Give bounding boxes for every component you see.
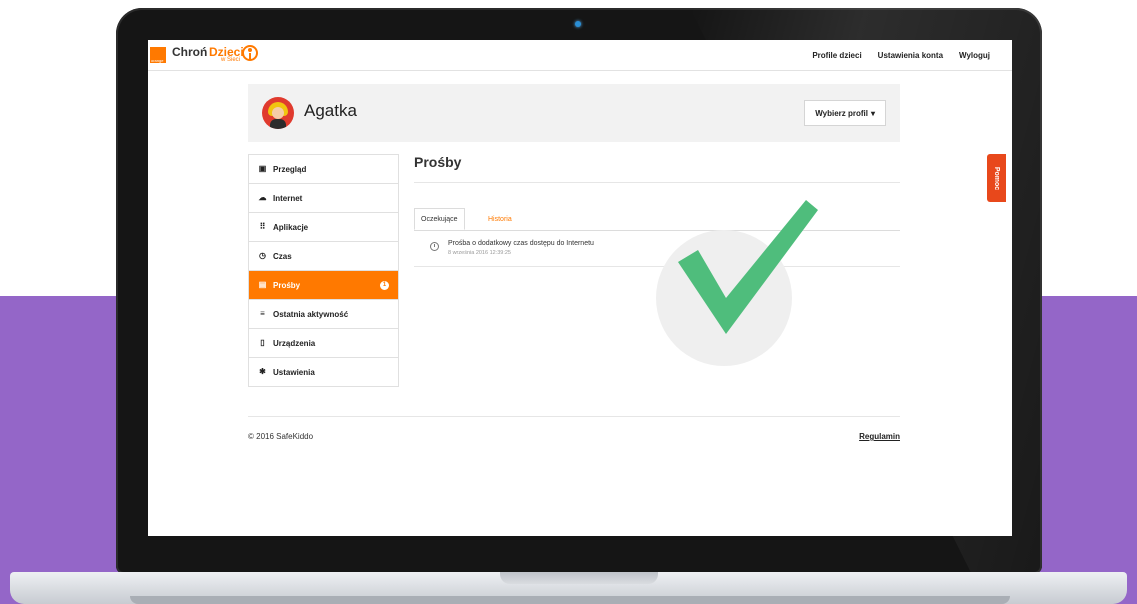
camera-icon	[575, 21, 581, 27]
sidebar-item-label: Prośby	[273, 280, 301, 290]
tab-oczekujace[interactable]: Oczekujące	[414, 208, 465, 230]
laptop-base-notch	[500, 572, 658, 584]
request-title: Prośba o dodatkowy czas dostępu do Inter…	[448, 240, 594, 247]
sidebar-item-ostatnia-aktywnosc[interactable]: ≡ Ostatnia aktywność	[249, 300, 398, 329]
tab-historia[interactable]: Historia	[482, 208, 518, 230]
sidebar: ▣ Przegląd ☁ Internet ⠿ Aplikacje ◷ Czas…	[248, 154, 399, 387]
checkmark-icon	[678, 200, 818, 334]
clock-icon: ◷	[259, 251, 266, 260]
top-bar: orange Chroń Dzieci w Sieci Profile dzie…	[148, 40, 1012, 71]
sidebar-item-internet[interactable]: ☁ Internet	[249, 184, 398, 213]
notification-badge: 1	[380, 281, 389, 290]
clock-icon	[430, 242, 439, 251]
sidebar-item-aplikacje[interactable]: ⠿ Aplikacje	[249, 213, 398, 242]
chevron-down-icon: ▾	[870, 108, 875, 118]
logo-text-wsieci: w Sieci	[220, 57, 240, 63]
help-label: Pomoc	[993, 166, 1000, 190]
request-timestamp: 8 września 2016 12:39:25	[448, 250, 511, 256]
profile-header: Agatka Wybierz profil ▾	[248, 84, 900, 142]
help-button[interactable]: Pomoc	[987, 154, 1006, 202]
sidebar-item-label: Aplikacje	[273, 222, 309, 232]
nav-ustawienia-konta[interactable]: Ustawienia konta	[878, 51, 943, 60]
sidebar-item-label: Przegląd	[273, 164, 307, 174]
footer-copyright: © 2016 SafeKiddo	[248, 432, 314, 441]
profile-select-label: Wybierz profil	[815, 108, 868, 118]
overview-icon: ▣	[258, 164, 267, 173]
sidebar-item-czas[interactable]: ◷ Czas	[249, 242, 398, 271]
laptop-screen: orange Chroń Dzieci w Sieci Profile dzie…	[148, 40, 1012, 536]
brand-logo: orange	[150, 47, 166, 63]
child-logo-icon	[242, 45, 258, 61]
top-navigation: Profile dzieci Ustawienia konta Wyloguj	[812, 51, 990, 60]
nav-profile-dzieci[interactable]: Profile dzieci	[812, 51, 861, 60]
sidebar-item-ustawienia[interactable]: ✱ Ustawienia	[249, 358, 398, 387]
message-icon: ▤	[258, 280, 267, 289]
cloud-icon: ☁	[258, 193, 267, 202]
sidebar-item-label: Czas	[273, 251, 292, 261]
footer-divider	[248, 416, 900, 417]
request-tabs: Oczekujące Historia	[414, 208, 900, 231]
list-item[interactable]: Prośba o dodatkowy czas dostępu do Inter…	[414, 231, 900, 267]
laptop-base-bottom	[130, 596, 1010, 604]
avatar	[262, 97, 294, 129]
sidebar-item-przeglad[interactable]: ▣ Przegląd	[249, 155, 398, 184]
gear-icon: ✱	[259, 367, 266, 376]
sidebar-item-label: Ostatnia aktywność	[273, 309, 349, 319]
nav-wyloguj[interactable]: Wyloguj	[959, 51, 990, 60]
list-icon: ≡	[260, 309, 265, 318]
page-title: Prośby	[414, 154, 462, 170]
profile-select-dropdown[interactable]: Wybierz profil ▾	[804, 100, 886, 126]
divider	[414, 182, 900, 183]
sidebar-item-prosby[interactable]: ▤ Prośby 1	[249, 271, 398, 300]
footer-regulamin-link[interactable]: Regulamin	[859, 432, 900, 441]
sidebar-item-label: Internet	[273, 193, 303, 203]
sidebar-item-label: Urządzenia	[273, 338, 316, 348]
apps-grid-icon: ⠿	[259, 222, 266, 231]
sidebar-item-urzadzenia[interactable]: ▯ Urządzenia	[249, 329, 398, 358]
sidebar-item-label: Ustawienia	[273, 367, 315, 377]
logo-text-chron: Chroń	[172, 45, 208, 59]
phone-icon: ▯	[260, 338, 265, 347]
profile-name: Agatka	[304, 101, 357, 120]
